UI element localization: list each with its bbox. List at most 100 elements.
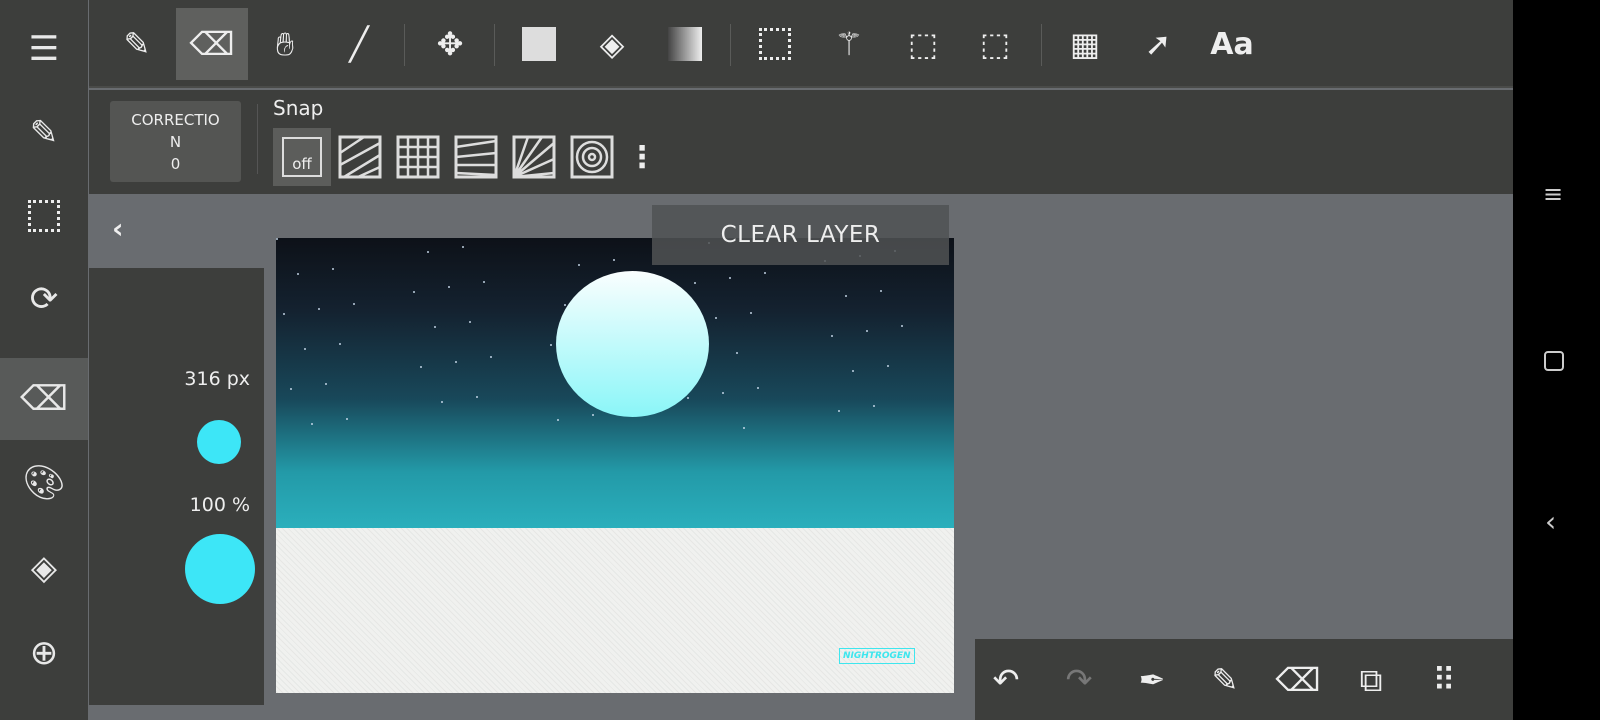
redo-icon[interactable]: ↷ (1054, 657, 1104, 703)
tool-options-bar: CORRECTIO N 0 Snap off ⋮ (89, 90, 1513, 194)
hand-tool-icon[interactable]: ✋︎ (249, 8, 321, 80)
bucket-tool-icon[interactable]: ◈ (576, 8, 648, 80)
correction-button[interactable]: CORRECTIO N 0 (110, 101, 241, 182)
star (490, 356, 492, 358)
edit-icon[interactable]: ✎ (0, 92, 88, 174)
nav-home-icon[interactable] (1544, 351, 1564, 371)
star (687, 397, 689, 399)
star (845, 295, 847, 297)
drawing-canvas[interactable]: NIGHTROGEN (276, 238, 954, 693)
star (318, 308, 320, 310)
star (441, 401, 443, 403)
brush-size-value[interactable]: 316 px (184, 368, 250, 390)
menu-icon[interactable]: ☰ (0, 8, 88, 90)
rect-select-icon[interactable] (739, 8, 811, 80)
star (557, 419, 559, 421)
android-nav-bar: ≡ ‹ (1513, 0, 1600, 720)
star (311, 423, 313, 425)
more-options-icon[interactable]: ⋮ (625, 128, 659, 186)
snap-concentric-button[interactable] (563, 128, 621, 186)
snap-parallel-button[interactable] (331, 128, 389, 186)
rotate-screen-icon[interactable]: ⟳ (0, 258, 88, 340)
star (873, 405, 875, 407)
undo-icon[interactable]: ↶ (981, 657, 1031, 703)
fill-rect-tool-icon[interactable] (503, 8, 575, 80)
star (290, 388, 292, 390)
snap-radial-button[interactable] (505, 128, 563, 186)
grid-icon (396, 135, 440, 179)
star (469, 321, 471, 323)
snap-grid-button[interactable] (389, 128, 447, 186)
gradient-tool-icon[interactable] (649, 8, 721, 80)
star (743, 427, 745, 429)
star (722, 392, 724, 394)
clear-layer-button[interactable]: CLEAR LAYER (652, 205, 949, 265)
select-pen-icon[interactable]: ⬚ (887, 8, 959, 80)
color-preview[interactable] (185, 534, 255, 604)
operation-tool-icon[interactable]: ➚ (1122, 8, 1194, 80)
color-palette-icon[interactable]: 🎨︎ (0, 442, 88, 524)
star (764, 272, 766, 274)
eraser-tool-icon[interactable]: ⌫ (176, 8, 248, 80)
pen-tool-icon[interactable]: ✎ (101, 8, 173, 80)
opacity-value[interactable]: 100 % (190, 494, 250, 516)
star (283, 313, 285, 315)
collapse-panel-icon[interactable]: ‹ (112, 212, 124, 245)
snap-perspective-button[interactable] (447, 128, 505, 186)
magic-wand-icon[interactable]: ⚚ (813, 8, 885, 80)
bottom-toolbar: ↶ ↷ ✒ ✎ ⌫ ⧉ ⠿ (975, 639, 1513, 720)
correction-value: 0 (170, 155, 181, 173)
select-eraser-icon[interactable]: ⬚ (959, 8, 1031, 80)
snow-ground (276, 528, 954, 693)
star (462, 246, 464, 248)
nav-back-icon[interactable]: ‹ (1545, 505, 1556, 538)
selection-icon[interactable] (0, 175, 88, 257)
star (578, 264, 580, 266)
star (455, 361, 457, 363)
star (592, 414, 594, 416)
panel-tool-icon[interactable]: ▦ (1049, 8, 1121, 80)
star (564, 304, 566, 306)
signature: NIGHTROGEN (839, 648, 915, 664)
grid-menu-icon[interactable]: ⠿ (1419, 657, 1469, 703)
move-tool-icon[interactable]: ✥ (414, 8, 486, 80)
star (325, 383, 327, 385)
eraser-icon[interactable]: ⌫ (1273, 657, 1323, 703)
star (353, 303, 355, 305)
materials-icon[interactable]: ⊕ (0, 612, 88, 694)
text-tool-icon[interactable]: Aa (1196, 8, 1268, 80)
star (715, 317, 717, 319)
star (483, 281, 485, 283)
star (838, 410, 840, 412)
nav-menu-icon[interactable]: ≡ (1543, 180, 1563, 208)
star (304, 348, 306, 350)
eraser-icon[interactable]: ⌫ (0, 358, 88, 440)
perspective-icon (454, 135, 498, 179)
snap-label: Snap (273, 96, 324, 120)
star (346, 418, 348, 420)
concentric-circles-icon (570, 135, 614, 179)
star (880, 290, 882, 292)
line-tool-icon[interactable]: ╱ (323, 8, 395, 80)
star (476, 396, 478, 398)
star (750, 312, 752, 314)
layers-icon[interactable]: ◈ (0, 527, 88, 609)
star (448, 286, 450, 288)
snap-off-button[interactable]: off (273, 128, 331, 186)
radial-lines-icon (512, 135, 556, 179)
pen-icon[interactable]: ✎ (1200, 657, 1250, 703)
star (427, 251, 429, 253)
star (866, 330, 868, 332)
star (550, 344, 552, 346)
star (831, 335, 833, 337)
star (736, 352, 738, 354)
eyedropper-icon[interactable]: ✒ (1127, 657, 1177, 703)
star (339, 343, 341, 345)
star (901, 325, 903, 327)
brush-size-preview[interactable] (197, 420, 241, 464)
moon (556, 271, 709, 417)
star (413, 291, 415, 293)
star (434, 326, 436, 328)
export-icon[interactable]: ⧉ (1346, 657, 1396, 703)
star (852, 370, 854, 372)
